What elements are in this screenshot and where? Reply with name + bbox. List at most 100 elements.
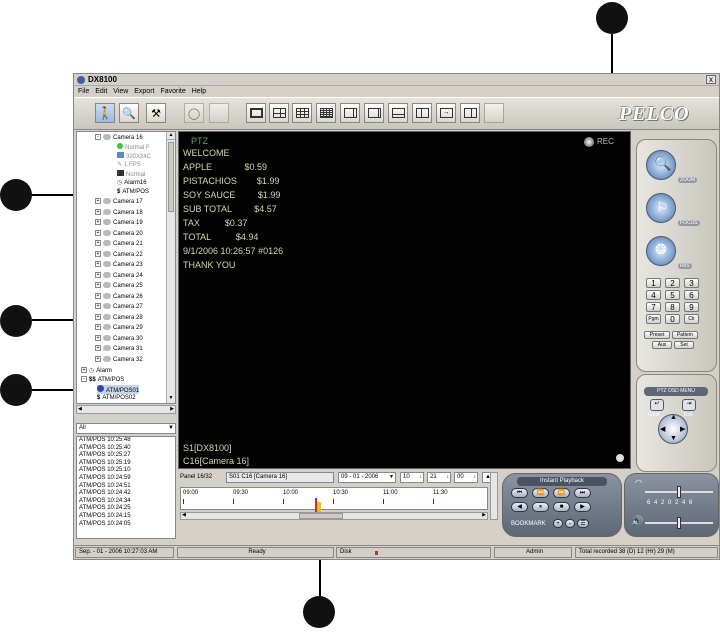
- keypad-key[interactable]: 8: [665, 302, 680, 312]
- expand-icon[interactable]: +: [95, 219, 101, 226]
- expand-icon[interactable]: +: [95, 250, 101, 257]
- arrow-up-icon[interactable]: ▲: [670, 414, 677, 421]
- keypad-key[interactable]: 2: [665, 278, 680, 288]
- arrow-down-icon[interactable]: ▼: [670, 435, 677, 442]
- menu-edit[interactable]: Edit: [95, 86, 107, 97]
- tree-horizontal-scrollbar[interactable]: ◀ ▶: [76, 405, 176, 414]
- layout-6-button[interactable]: [340, 103, 360, 123]
- timeline-scrollbar[interactable]: ◀ ▶: [180, 512, 488, 520]
- pattern-button[interactable]: Pattern: [672, 331, 698, 339]
- tree-alarm[interactable]: + ◷ Alarm: [81, 367, 112, 376]
- second-spinner[interactable]: 00 ↕: [454, 472, 478, 483]
- osd-exit-button[interactable]: ⇥: [682, 399, 696, 411]
- tree-camera[interactable]: + Camera 21: [95, 240, 143, 249]
- bookmark-list-button[interactable]: ☰: [577, 519, 589, 528]
- layout-9-button[interactable]: [292, 103, 312, 123]
- date-field[interactable]: 09 - 01 - 2006 ▼: [338, 472, 396, 483]
- osd-enter-button[interactable]: ↵: [650, 399, 664, 411]
- stop-button[interactable]: ■: [553, 502, 570, 512]
- blank-button[interactable]: [209, 103, 229, 123]
- tree-camera[interactable]: + Camera 28: [95, 313, 143, 323]
- tree-camera[interactable]: + Camera 17: [95, 198, 143, 207]
- event-row[interactable]: ATM/POS 10:24:34: [77, 498, 175, 506]
- setup-button[interactable]: ⚒: [146, 103, 166, 123]
- skip-start-button[interactable]: ⏮: [511, 488, 528, 498]
- playhead[interactable]: [315, 498, 317, 512]
- bookmark-remove-button[interactable]: -: [565, 519, 575, 528]
- keypad-key[interactable]: 4: [646, 290, 661, 300]
- iris-control[interactable]: ❂: [646, 236, 676, 266]
- tree-camera[interactable]: + Camera 20: [95, 229, 143, 239]
- close-button[interactable]: x: [706, 75, 716, 84]
- tree-camera[interactable]: + Camera 29: [95, 324, 143, 333]
- event-row[interactable]: ATM/POS 10:24:25: [77, 505, 175, 513]
- layout-10-button[interactable]: [388, 103, 408, 123]
- scroll-up-icon[interactable]: ▲: [167, 132, 175, 140]
- collapse-icon[interactable]: -: [95, 134, 101, 141]
- chevron-down-icon[interactable]: ▼: [168, 424, 174, 433]
- keypad-key[interactable]: Clr: [684, 314, 699, 324]
- scroll-thumb[interactable]: [168, 142, 174, 212]
- hour-spinner[interactable]: 10 ↕: [400, 472, 424, 483]
- device-tree[interactable]: - Camera 16 Normal F 320X24C ✎ 1 FPS Norma…: [76, 131, 176, 404]
- keypad-key[interactable]: 5: [665, 290, 680, 300]
- event-row[interactable]: ATM/POS 10:25:27: [77, 452, 175, 460]
- keypad-key[interactable]: Pgm: [646, 314, 661, 324]
- timeline-side-scroll[interactable]: [490, 472, 498, 520]
- keypad-key[interactable]: 7: [646, 302, 661, 312]
- event-row[interactable]: ATM/POS 10:25:19: [77, 460, 175, 468]
- tree-camera[interactable]: + Camera 31: [95, 345, 143, 354]
- tree-atm-item-2[interactable]: $ ATM/POS02: [97, 394, 136, 403]
- bookmark-add-button[interactable]: +: [553, 519, 563, 528]
- keypad-key[interactable]: 3: [684, 278, 699, 288]
- zoom-control[interactable]: 🔍: [646, 150, 676, 180]
- live-view-button[interactable]: 🚶: [95, 103, 115, 123]
- menu-favorite[interactable]: Favorite: [160, 86, 185, 97]
- play-button[interactable]: ▶: [574, 502, 591, 512]
- event-list[interactable]: ATM/POS 10:25:48 ATM/POS 10:25:40 ATM/POS …: [76, 436, 176, 539]
- expand-icon[interactable]: +: [95, 313, 101, 320]
- sequence-button[interactable]: →: [436, 103, 456, 123]
- expand-icon[interactable]: +: [81, 367, 87, 374]
- layout-1-button[interactable]: [246, 103, 266, 123]
- menu-help[interactable]: Help: [192, 86, 206, 97]
- tree-camera[interactable]: + Camera 19: [95, 219, 143, 228]
- expand-icon[interactable]: +: [95, 208, 101, 215]
- tree-camera[interactable]: + Camera 22: [95, 250, 143, 260]
- event-row[interactable]: ATM/POS 10:25:48: [77, 437, 175, 445]
- set-button[interactable]: Set: [674, 341, 694, 349]
- tree-camera[interactable]: + Camera 18: [95, 208, 143, 218]
- event-filter-select[interactable]: All ▼: [76, 423, 176, 434]
- layout-alt-button[interactable]: [460, 103, 480, 123]
- layout-4-button[interactable]: [269, 103, 289, 123]
- keypad-key[interactable]: 6: [684, 290, 699, 300]
- expand-icon[interactable]: +: [95, 303, 101, 310]
- tree-camera[interactable]: + Camera 27: [95, 303, 143, 312]
- reverse-play-button[interactable]: ◀: [511, 502, 528, 512]
- event-row[interactable]: ATM/POS 10:24:59: [77, 475, 175, 483]
- tree-camera[interactable]: + Camera 24: [95, 271, 143, 281]
- event-row[interactable]: ATM/POS 10:24:51: [77, 483, 175, 491]
- fast-forward-button[interactable]: ⏩: [553, 488, 570, 498]
- expand-icon[interactable]: +: [95, 282, 101, 289]
- menu-view[interactable]: View: [113, 86, 128, 97]
- skip-end-button[interactable]: ⏭: [574, 488, 591, 498]
- menu-file[interactable]: File: [78, 86, 89, 97]
- tree-camera[interactable]: + Camera 23: [95, 261, 143, 270]
- event-row[interactable]: ATM/POS 10:24:05: [77, 521, 175, 529]
- scroll-left-icon[interactable]: ◀: [78, 406, 82, 412]
- layout-16-button[interactable]: [316, 103, 336, 123]
- tree-vertical-scrollbar[interactable]: ▲ ▼: [166, 132, 175, 403]
- event-row[interactable]: ATM/POS 10:24:42: [77, 490, 175, 498]
- expand-icon[interactable]: +: [95, 198, 101, 205]
- layout-8-button[interactable]: [364, 103, 384, 123]
- expand-icon[interactable]: +: [95, 334, 101, 341]
- tree-camera[interactable]: + Camera 25: [95, 282, 143, 291]
- keypad-key[interactable]: 1: [646, 278, 661, 288]
- expand-icon[interactable]: +: [95, 240, 101, 247]
- expand-icon[interactable]: +: [95, 229, 101, 236]
- aux-button[interactable]: Aux: [652, 341, 672, 349]
- expand-icon[interactable]: +: [95, 271, 101, 278]
- collapse-icon[interactable]: -: [81, 376, 87, 383]
- keypad-key[interactable]: 0: [665, 314, 680, 324]
